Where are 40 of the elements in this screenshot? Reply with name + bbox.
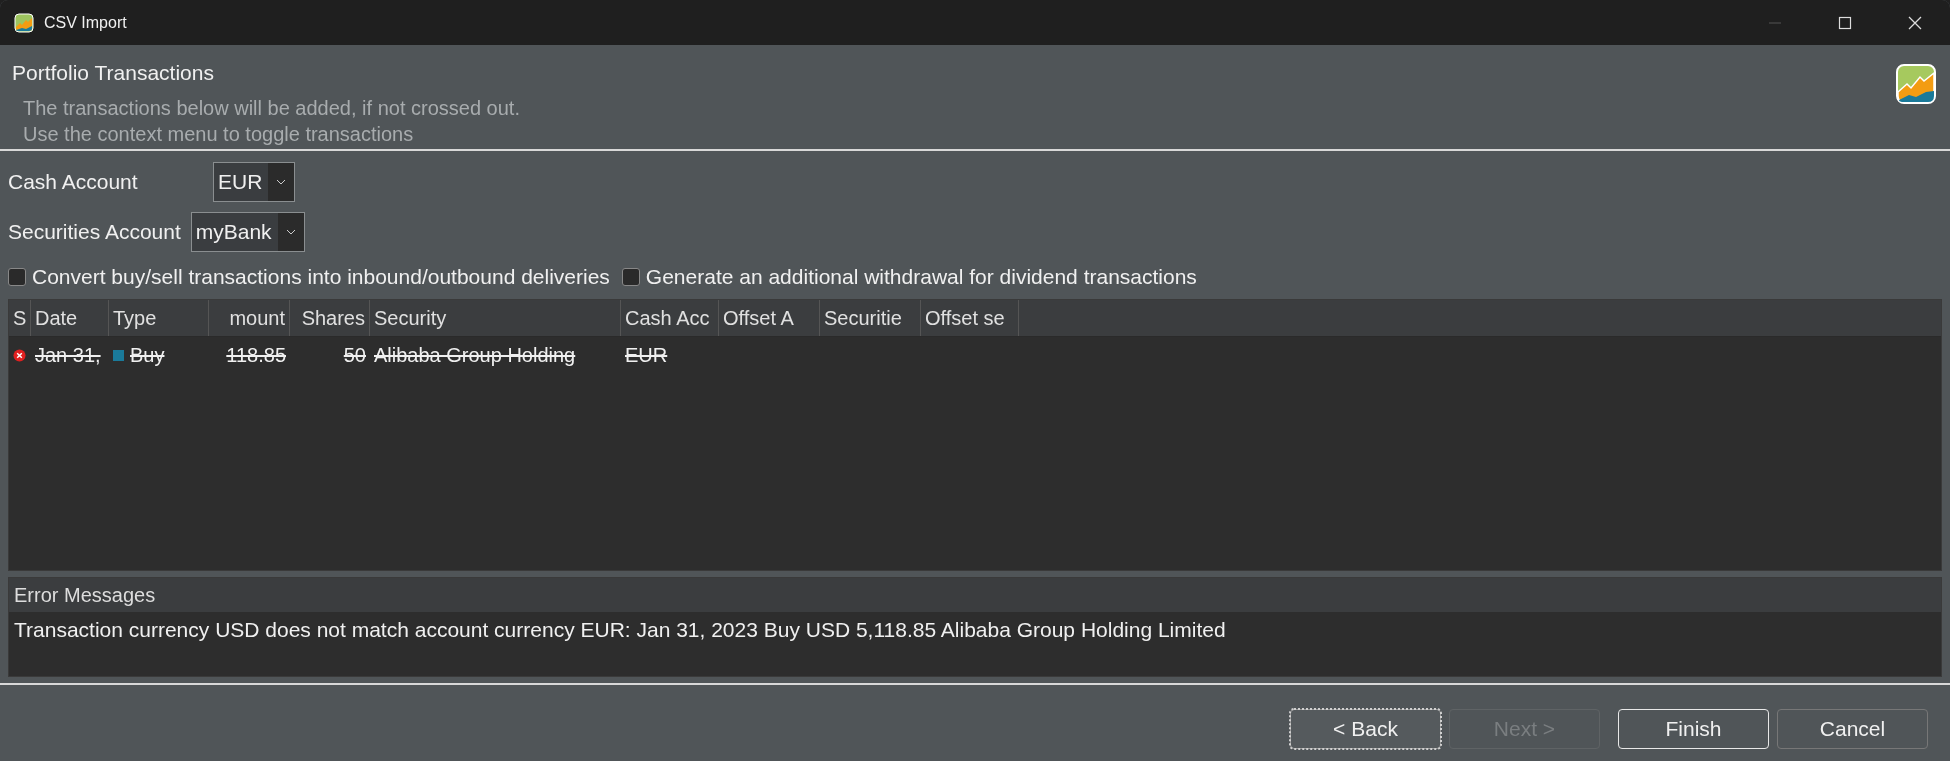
table-cell: 118.85 xyxy=(226,343,286,367)
account-dropdown[interactable]: myBank xyxy=(190,212,305,252)
checkbox-label[interactable]: Generate an additional withdrawal for dividend transactions xyxy=(645,265,1197,289)
checkbox[interactable] xyxy=(621,268,640,286)
checkbox-label[interactable]: Convert buy/sell transactions into inbound/outbound deliveries xyxy=(32,265,610,289)
chevron-icon xyxy=(285,229,296,235)
table-cell: EUR xyxy=(625,343,668,367)
column-header[interactable]: S xyxy=(9,300,31,336)
table-cell: 50 xyxy=(343,343,366,367)
chevron-icon xyxy=(276,179,287,185)
column-header[interactable]: Securitie xyxy=(820,300,921,336)
checkbox[interactable] xyxy=(8,268,26,286)
table-cell: Buy xyxy=(130,343,165,367)
field-label: Cash Account xyxy=(8,170,139,194)
wizard-button[interactable]: < Back xyxy=(1290,709,1441,749)
wizard-button[interactable]: Finish xyxy=(1618,709,1769,749)
table-cell: Alibaba Group Holding xyxy=(374,343,576,367)
account-dropdown[interactable]: EUR xyxy=(213,162,296,202)
app-logo-icon xyxy=(14,12,34,33)
window-title: CSV Import xyxy=(44,13,127,32)
field-label: Securities Account xyxy=(8,220,181,244)
error-message: Transaction currency USD does not match account currency EUR: Jan 31, 2023 Buy USD 5,118.85 Alibaba Group Holding Limited xyxy=(14,618,1227,642)
column-header[interactable]: mount xyxy=(209,300,290,336)
column-header[interactable]: Type xyxy=(109,300,209,336)
page-title: Portfolio Transactions xyxy=(12,61,215,85)
chart-logo-icon xyxy=(1896,64,1936,104)
column-header[interactable]: Offset A xyxy=(719,300,820,336)
column-header[interactable]: Date xyxy=(31,300,109,336)
table-cell: Jan 31, xyxy=(35,343,101,367)
column-header[interactable]: Cash Acc xyxy=(621,300,719,336)
column-header[interactable]: Shares xyxy=(290,300,370,336)
table-row[interactable]: Jan 31, Buy 118.85 50 Alibaba Group Holding EUR xyxy=(9,337,1941,373)
close-icon[interactable] xyxy=(1908,15,1922,30)
column-header[interactable]: Security xyxy=(370,300,621,336)
maximize-icon[interactable] xyxy=(1838,15,1852,30)
wizard-button[interactable]: Cancel xyxy=(1777,709,1928,749)
column-header[interactable]: Offset se xyxy=(921,300,1019,336)
description-text: The transactions below will be added, if not crossed out. xyxy=(22,96,520,121)
description-text: Use the context menu to toggle transactions xyxy=(22,122,415,147)
section-header: Error Messages xyxy=(9,578,1941,612)
